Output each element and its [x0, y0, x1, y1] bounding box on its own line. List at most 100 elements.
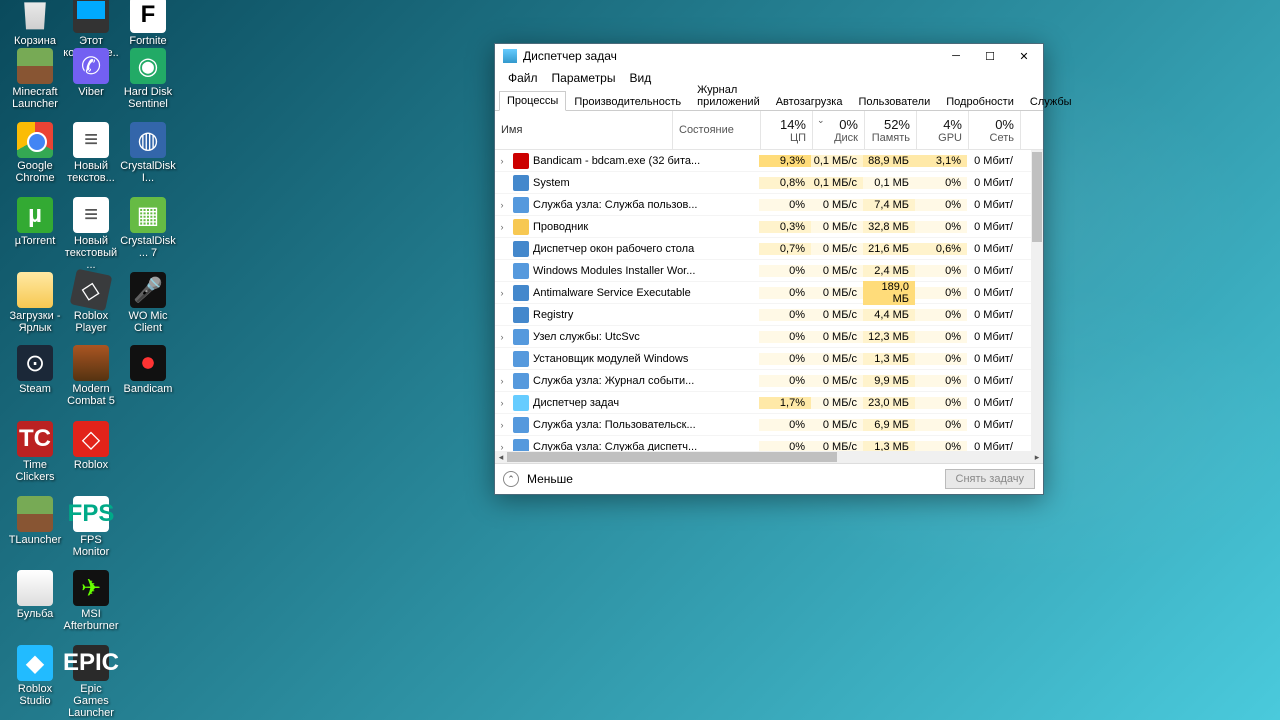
desktop-icon[interactable]: ◇Roblox [62, 421, 120, 471]
end-task-button[interactable]: Снять задачу [945, 469, 1036, 489]
process-name: Установщик модулей Windows [533, 353, 759, 365]
table-row[interactable]: ›Bandicam - bdcam.exe (32 бита...9,3%0,1… [495, 150, 1043, 172]
expand-icon[interactable]: › [495, 222, 509, 232]
expand-icon[interactable]: › [495, 200, 509, 210]
desktop-icon[interactable]: ✆Viber [62, 48, 120, 98]
process-icon [513, 285, 529, 301]
desktop-icon-label: Modern Combat 5 [62, 383, 120, 407]
tab[interactable]: Службы [1022, 92, 1080, 111]
cpu-cell: 0% [759, 353, 811, 365]
expand-icon[interactable]: › [495, 376, 509, 386]
gpu-cell: 0% [915, 309, 967, 321]
expand-icon[interactable]: › [495, 156, 509, 166]
cpu-cell: 0,7% [759, 243, 811, 255]
disk-cell: 0 МБ/с [811, 243, 863, 255]
gpu-cell: 0% [915, 177, 967, 189]
table-row[interactable]: Установщик модулей Windows0%0 МБ/с1,3 МБ… [495, 348, 1043, 370]
desktop-icon[interactable]: Загрузки - Ярлык [6, 272, 64, 334]
maximize-button[interactable]: ☐ [973, 45, 1007, 67]
scrollbar-thumb[interactable] [1032, 152, 1042, 242]
expand-icon[interactable]: › [495, 288, 509, 298]
col-gpu[interactable]: 4% GPU [917, 111, 969, 149]
desktop-icon[interactable]: ≡Новый текстовый ... [62, 197, 120, 271]
horizontal-scrollbar[interactable]: ◂ ▸ [495, 451, 1043, 463]
titlebar[interactable]: Диспетчер задач ─ ☐ ✕ [495, 44, 1043, 68]
tab[interactable]: Пользователи [850, 92, 938, 111]
table-row[interactable]: Диспетчер окон рабочего стола0,7%0 МБ/с2… [495, 238, 1043, 260]
col-memory[interactable]: 52% Память [865, 111, 917, 149]
tab[interactable]: Журнал приложений [689, 80, 768, 111]
expand-icon[interactable]: › [495, 442, 509, 452]
process-icon [513, 241, 529, 257]
desktop-icon[interactable]: 🎤WO Mic Client [119, 272, 177, 334]
table-row[interactable]: ›Диспетчер задач1,7%0 МБ/с23,0 МБ0%0 Мби… [495, 392, 1043, 414]
expand-icon[interactable]: › [495, 332, 509, 342]
desktop-icon[interactable]: TCTime Clickers [6, 421, 64, 483]
app-icon: TC [17, 421, 53, 457]
desktop-icon[interactable]: ◇Roblox Player [62, 272, 120, 334]
expand-icon[interactable]: › [495, 420, 509, 430]
table-row[interactable]: ›Служба узла: Служба пользов...0%0 МБ/с7… [495, 194, 1043, 216]
tab[interactable]: Производительность [566, 92, 689, 111]
desktop-icon[interactable]: Google Chrome [6, 122, 64, 184]
tab[interactable]: Автозагрузка [768, 92, 851, 111]
table-row[interactable]: System0,8%0,1 МБ/с0,1 МБ0%0 Мбит/ [495, 172, 1043, 194]
desktop-icon[interactable]: TLauncher [6, 496, 64, 546]
scroll-right-icon[interactable]: ▸ [1031, 452, 1043, 463]
desktop-icon[interactable]: Minecraft Launcher [6, 48, 64, 110]
menu-item[interactable]: Файл [501, 69, 545, 87]
desktop-icon[interactable]: µµTorrent [6, 197, 64, 247]
desktop-icon[interactable]: ⊙Steam [6, 345, 64, 395]
tab[interactable]: Процессы [499, 91, 566, 111]
scroll-left-icon[interactable]: ◂ [495, 452, 507, 463]
fewer-details-link[interactable]: Меньше [527, 472, 937, 486]
desktop-icon[interactable]: ✈MSI Afterburner [62, 570, 120, 632]
col-name[interactable]: Имя [495, 111, 673, 149]
desktop-icon-label: Новый текстовый ... [62, 235, 120, 271]
network-cell: 0 Мбит/ [967, 199, 1019, 211]
menu-item[interactable]: Параметры [545, 69, 623, 87]
tab[interactable]: Подробности [938, 92, 1022, 111]
desktop-icon[interactable]: ◍CrystalDiskI... [119, 122, 177, 184]
minimize-button[interactable]: ─ [939, 45, 973, 67]
memory-cell: 21,6 МБ [863, 243, 915, 255]
desktop-icon[interactable]: ◉Hard Disk Sentinel [119, 48, 177, 110]
app-icon: ◇ [70, 269, 113, 312]
process-icon [513, 307, 529, 323]
desktop-icon[interactable]: Bandicam [119, 345, 177, 395]
table-row[interactable]: ›Служба узла: Журнал событи...0%0 МБ/с9,… [495, 370, 1043, 392]
desktop-icon[interactable]: Бульба [6, 570, 64, 620]
table-row[interactable]: ›Узел службы: UtcSvc0%0 МБ/с12,3 МБ0%0 М… [495, 326, 1043, 348]
table-row[interactable]: ›Служба узла: Пользовательск...0%0 МБ/с6… [495, 414, 1043, 436]
desktop-icon-label: Steam [19, 383, 51, 395]
close-button[interactable]: ✕ [1007, 45, 1041, 67]
table-row[interactable]: ›Служба узла: Служба диспетч...0%0 МБ/с1… [495, 436, 1043, 451]
desktop-icon[interactable]: Modern Combat 5 [62, 345, 120, 407]
desktop-icon[interactable]: ≡Новый текстов... [62, 122, 120, 184]
memory-cell: 6,9 МБ [863, 419, 915, 431]
expand-icon[interactable]: › [495, 398, 509, 408]
desktop-icon[interactable]: FPSFPS Monitor [62, 496, 120, 558]
desktop-icon[interactable]: EPICEpic Games Launcher [62, 645, 120, 719]
vertical-scrollbar[interactable] [1031, 150, 1043, 451]
desktop-icon[interactable]: Корзина [6, 0, 64, 47]
col-status[interactable]: Состояние [673, 111, 761, 149]
table-row[interactable]: Windows Modules Installer Wor...0%0 МБ/с… [495, 260, 1043, 282]
desktop-icon[interactable]: ◆Roblox Studio [6, 645, 64, 707]
app-icon: ✆ [73, 48, 109, 84]
table-row[interactable]: ›Antimalware Service Executable0%0 МБ/с1… [495, 282, 1043, 304]
menu-item[interactable]: Вид [622, 69, 658, 87]
app-icon: FPS [73, 496, 109, 532]
table-row[interactable]: ›Проводник0,3%0 МБ/с32,8 МБ0%0 Мбит/ [495, 216, 1043, 238]
desktop-icon[interactable]: ▦CrystalDisk... 7 [119, 197, 177, 259]
col-network[interactable]: 0% Сеть [969, 111, 1021, 149]
disk-cell: 0 МБ/с [811, 331, 863, 343]
col-cpu[interactable]: 14% ЦП [761, 111, 813, 149]
table-row[interactable]: Registry0%0 МБ/с4,4 МБ0%0 Мбит/ [495, 304, 1043, 326]
memory-cell: 4,4 МБ [863, 309, 915, 321]
desktop-icon-label: Minecraft Launcher [6, 86, 64, 110]
collapse-icon[interactable]: ⌃ [503, 471, 519, 487]
cpu-cell: 0% [759, 199, 811, 211]
hscroll-thumb[interactable] [507, 452, 837, 462]
desktop-icon[interactable]: FFortnite [119, 0, 177, 47]
